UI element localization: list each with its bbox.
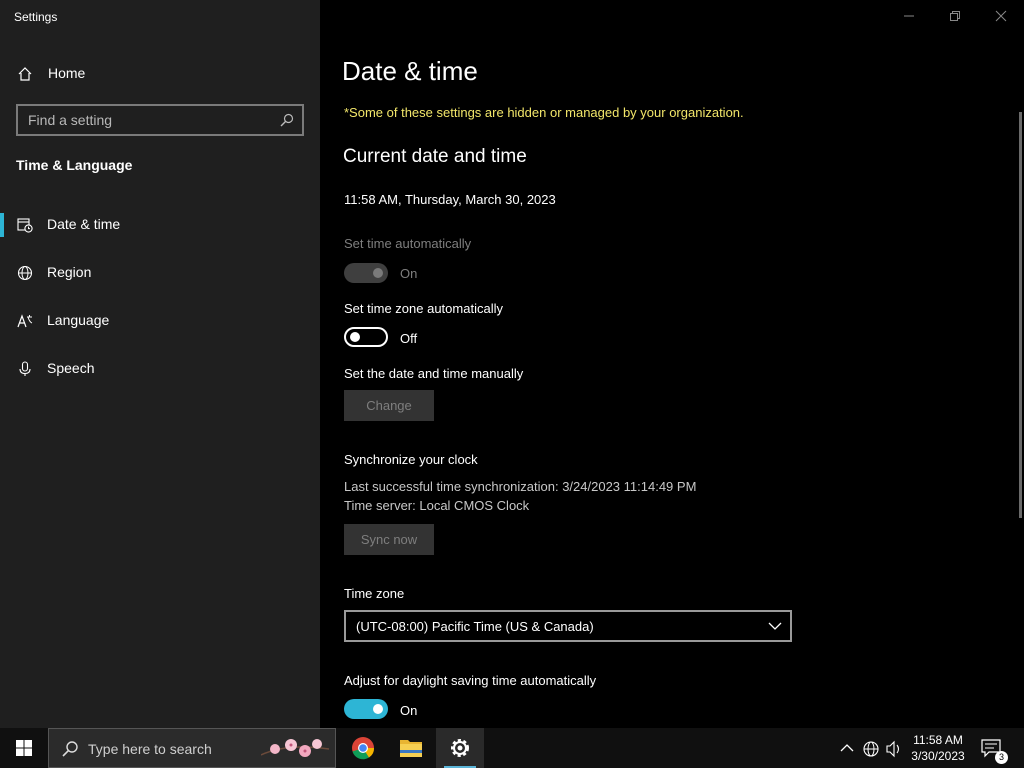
minimize-icon bbox=[904, 15, 914, 17]
current-date-time-header: Current date and time bbox=[343, 146, 527, 167]
file-explorer-icon bbox=[400, 740, 422, 757]
language-icon bbox=[17, 314, 33, 328]
current-date-time-value: 11:58 AM, Thursday, March 30, 2023 bbox=[344, 192, 556, 207]
date-time-icon bbox=[17, 218, 33, 233]
volume-icon[interactable] bbox=[885, 740, 903, 758]
clock-date: 3/30/2023 bbox=[911, 749, 965, 763]
sidebar: Settings Home Find a setting Time & Lang… bbox=[0, 0, 320, 728]
active-indicator bbox=[0, 213, 4, 237]
notification-center-button[interactable]: 3 bbox=[980, 738, 1008, 764]
start-button[interactable] bbox=[0, 728, 48, 768]
set-time-auto-state: On bbox=[400, 266, 418, 281]
clock-time: 11:58 AM bbox=[913, 733, 963, 747]
scrollbar[interactable] bbox=[1019, 112, 1022, 518]
home-label: Home bbox=[48, 65, 86, 81]
windows-logo-icon bbox=[16, 740, 32, 756]
globe-icon bbox=[17, 265, 33, 281]
sidebar-item-language[interactable]: Language bbox=[0, 303, 320, 339]
restore-icon bbox=[950, 11, 960, 21]
home-nav-item[interactable]: Home bbox=[0, 58, 320, 90]
set-tz-auto-toggle[interactable] bbox=[344, 327, 388, 347]
taskbar-chrome[interactable] bbox=[339, 728, 387, 768]
sidebar-item-speech[interactable]: Speech bbox=[0, 351, 320, 387]
notification-count-badge: 3 bbox=[995, 751, 1008, 764]
time-zone-value: (UTC-08:00) Pacific Time (US & Canada) bbox=[356, 619, 594, 634]
sidebar-item-label: Speech bbox=[47, 360, 95, 376]
time-zone-dropdown[interactable]: (UTC-08:00) Pacific Time (US & Canada) bbox=[344, 610, 792, 642]
change-button: Change bbox=[344, 390, 434, 421]
last-sync-text: Last successful time synchronization: 3/… bbox=[344, 479, 697, 494]
sidebar-item-label: Region bbox=[47, 264, 92, 280]
chevron-down-icon bbox=[768, 622, 782, 630]
chrome-icon bbox=[352, 737, 375, 760]
taskbar: Type here to search 11:58 AM 3/30/2023 3 bbox=[0, 728, 1024, 768]
app-title: Settings bbox=[14, 10, 58, 24]
page-title: Date & time bbox=[342, 56, 478, 86]
sidebar-item-date-time[interactable]: Date & time bbox=[0, 207, 320, 243]
close-button[interactable] bbox=[978, 4, 1024, 28]
sidebar-item-label: Date & time bbox=[47, 216, 121, 232]
search-icon bbox=[62, 741, 78, 757]
set-tz-auto-label: Set time zone automatically bbox=[344, 301, 503, 316]
cherry-blossom-icon bbox=[261, 739, 330, 757]
manual-date-time-label: Set the date and time manually bbox=[344, 366, 524, 381]
search-icon bbox=[280, 113, 294, 127]
minimize-button[interactable] bbox=[886, 4, 932, 28]
taskbar-settings[interactable] bbox=[436, 728, 484, 768]
taskbar-search-box[interactable]: Type here to search bbox=[48, 728, 336, 768]
find-setting-input[interactable]: Find a setting bbox=[16, 104, 304, 136]
main-content: Date & time *Some of these settings are … bbox=[320, 0, 1024, 728]
taskbar-file-explorer[interactable] bbox=[387, 728, 435, 768]
settings-gear-icon bbox=[451, 739, 469, 757]
dst-state: On bbox=[400, 703, 418, 718]
close-icon bbox=[995, 10, 1007, 22]
restore-button[interactable] bbox=[932, 4, 978, 28]
dst-toggle[interactable] bbox=[344, 699, 388, 719]
sync-now-button: Sync now bbox=[344, 524, 434, 555]
set-time-auto-label: Set time automatically bbox=[344, 236, 472, 251]
microphone-icon bbox=[19, 361, 31, 376]
home-icon bbox=[18, 67, 32, 81]
org-managed-notice: *Some of these settings are hidden or ma… bbox=[344, 105, 744, 120]
network-globe-icon[interactable] bbox=[862, 740, 880, 758]
time-server-text: Time server: Local CMOS Clock bbox=[344, 498, 530, 513]
taskbar-clock[interactable]: 11:58 AM 3/30/2023 bbox=[904, 732, 972, 764]
set-tz-auto-state: Off bbox=[400, 331, 418, 346]
sync-clock-header: Synchronize your clock bbox=[344, 452, 478, 467]
set-time-auto-toggle bbox=[344, 263, 388, 283]
sidebar-item-region[interactable]: Region bbox=[0, 255, 320, 291]
section-title: Time & Language bbox=[16, 157, 133, 173]
chevron-up-icon[interactable] bbox=[840, 740, 854, 756]
taskbar-search-placeholder: Type here to search bbox=[88, 741, 212, 757]
dst-label: Adjust for daylight saving time automati… bbox=[344, 673, 597, 688]
search-placeholder: Find a setting bbox=[28, 112, 113, 128]
time-zone-label: Time zone bbox=[344, 586, 405, 601]
sidebar-item-label: Language bbox=[47, 312, 110, 328]
